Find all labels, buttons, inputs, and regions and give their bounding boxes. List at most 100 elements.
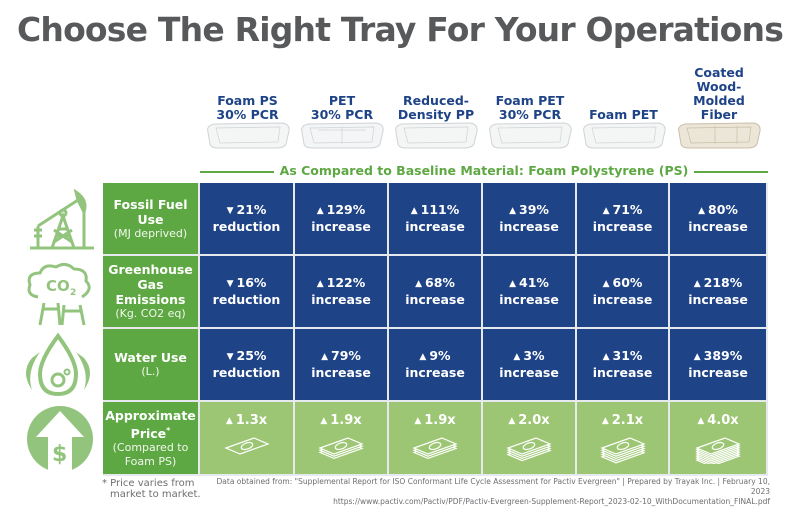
- money-stack-icon: [318, 436, 364, 459]
- arrow-up-icon: ▲: [602, 206, 610, 216]
- metric-value: ▼ 16%: [227, 275, 267, 292]
- metric-value: ▲ 31%: [603, 348, 643, 365]
- value-text: 122%: [326, 275, 366, 290]
- value-text: 2.0x: [518, 412, 550, 428]
- co2-emissions-icon: CO 2: [18, 259, 98, 327]
- change-word: increase: [311, 219, 371, 234]
- metric-value: ▲ 71%: [603, 202, 643, 219]
- arrow-up-icon: ▲: [601, 415, 609, 426]
- money-stack-icon: [223, 436, 270, 455]
- value-text: 389%: [703, 348, 743, 363]
- row-label: Greenhouse Gas Emissions (Kg. CO2 eq): [103, 256, 200, 329]
- price-multiplier: ▲ 4.0x: [697, 413, 738, 428]
- value-text: 16%: [236, 275, 267, 290]
- arrow-up-icon: ▲: [693, 352, 701, 362]
- row-label-main-text: Water Use: [114, 350, 187, 365]
- money-stack-icon: [506, 436, 552, 461]
- value-text: 39%: [519, 202, 549, 217]
- metric-value: ▲ 3%: [513, 348, 544, 365]
- arrow-up-icon: ▲: [698, 206, 705, 216]
- money-stack-icon: [599, 436, 646, 463]
- metric-cell: ▲ 79% increase: [295, 329, 389, 402]
- value-text: 25%: [236, 348, 267, 363]
- oil-pump-icon: [18, 186, 98, 254]
- price-multiplier: ▲ 1.9x: [320, 413, 361, 428]
- price-cell: ▲ 2.1x: [577, 402, 670, 476]
- baseline-text: As Compared to Baseline Material: Foam P…: [273, 163, 695, 178]
- arrow-up-icon: ▲: [321, 352, 328, 362]
- change-word: reduction: [212, 219, 281, 234]
- change-word: increase: [688, 292, 748, 307]
- change-word: increase: [499, 219, 559, 234]
- change-word: increase: [499, 365, 559, 380]
- metric-value: ▲ 122%: [317, 275, 366, 292]
- source-citation: Data obtained from: "Supplemental Report…: [210, 477, 770, 507]
- price-multiplier: ▲ 1.3x: [226, 413, 267, 428]
- product-name-line: Wood-Molded: [693, 79, 745, 108]
- product-name: Coated Wood-Molded Fiber: [671, 66, 767, 122]
- metric-cell: ▲ 122% increase: [295, 256, 389, 329]
- price-cell: ▲ 1.9x: [389, 402, 483, 476]
- row-label: Approximate Price* (Compared to Foam PS): [103, 402, 200, 476]
- arrow-down-icon: ▼: [226, 279, 234, 289]
- change-word: increase: [405, 365, 465, 380]
- page-title: Choose The Right Tray For Your Operation…: [16, 10, 784, 49]
- source-line-2: https://www.pactiv.com/Pactiv/PDF/Pactiv…: [333, 497, 770, 506]
- row-label-sub: (Compared to Foam PS): [112, 440, 189, 468]
- metric-value: ▼ 21%: [227, 202, 267, 219]
- change-word: increase: [405, 292, 465, 307]
- product-name: Foam PET 30% PCR: [482, 94, 578, 122]
- arrow-up-icon: ▲: [410, 206, 418, 216]
- price-cell: ▲ 2.0x: [483, 402, 577, 476]
- price-increase-icon: $: [18, 405, 98, 473]
- price-cell: ▲ 1.9x: [295, 402, 389, 476]
- row-label-sub: (L.): [141, 365, 160, 378]
- price-asterisk: *: [166, 425, 171, 435]
- svg-text:CO: CO: [46, 277, 70, 295]
- arrow-down-icon: ▼: [226, 352, 234, 362]
- metric-value: ▲ 79%: [321, 348, 361, 365]
- arrow-up-icon: ▲: [225, 415, 233, 426]
- change-word: reduction: [212, 365, 281, 380]
- metric-cell: ▲ 218% increase: [670, 256, 768, 329]
- price-cell: ▲ 1.3x: [200, 402, 295, 476]
- product-name-line: Coated: [694, 65, 744, 80]
- value-text: 3%: [523, 348, 545, 363]
- value-text: 41%: [519, 275, 549, 290]
- value-text: 60%: [612, 275, 643, 290]
- money-stack-icon: [412, 436, 458, 459]
- metric-cell: ▼ 16% reduction: [200, 256, 295, 329]
- arrow-up-icon: ▲: [513, 352, 521, 362]
- price-multiplier: ▲ 1.9x: [414, 413, 455, 428]
- change-word: increase: [592, 365, 653, 380]
- arrow-up-icon: ▲: [697, 415, 705, 426]
- metric-cell: ▲ 80% increase: [670, 183, 768, 256]
- product-name-line: PET: [328, 93, 356, 108]
- metric-value: ▼ 25%: [227, 348, 267, 365]
- metric-cell: ▲ 389% increase: [670, 329, 768, 402]
- arrow-up-icon: ▲: [415, 279, 422, 289]
- change-word: increase: [405, 219, 465, 234]
- arrow-up-icon: ▲: [419, 352, 427, 362]
- metric-cell: ▲ 60% increase: [577, 256, 670, 329]
- baseline-caption: As Compared to Baseline Material: Foam P…: [200, 163, 768, 179]
- money-stack-icon: [695, 436, 741, 464]
- product-name-line: Foam PS: [217, 93, 278, 108]
- arrow-up-icon: ▲: [602, 352, 610, 362]
- price-multiplier: ▲ 2.1x: [602, 413, 643, 428]
- metric-value: ▲ 41%: [509, 275, 549, 292]
- arrow-up-icon: ▲: [508, 415, 516, 426]
- value-text: 2.1x: [611, 412, 644, 428]
- metric-value: ▲ 68%: [415, 275, 455, 292]
- price-multiplier: ▲ 2.0x: [508, 413, 549, 428]
- metric-cell: ▲ 9% increase: [389, 329, 483, 402]
- value-text: 31%: [612, 348, 643, 363]
- metric-value: ▲ 80%: [698, 202, 738, 219]
- arrow-up-icon: ▲: [414, 415, 422, 426]
- metric-value: ▲ 39%: [509, 202, 549, 219]
- value-text: 9%: [429, 348, 451, 363]
- tray-image: [675, 120, 763, 150]
- product-name-line: Foam PET: [495, 93, 565, 108]
- row-label-main-text: Greenhouse Gas Emissions: [108, 262, 193, 307]
- metric-cell: ▲ 39% increase: [483, 183, 577, 256]
